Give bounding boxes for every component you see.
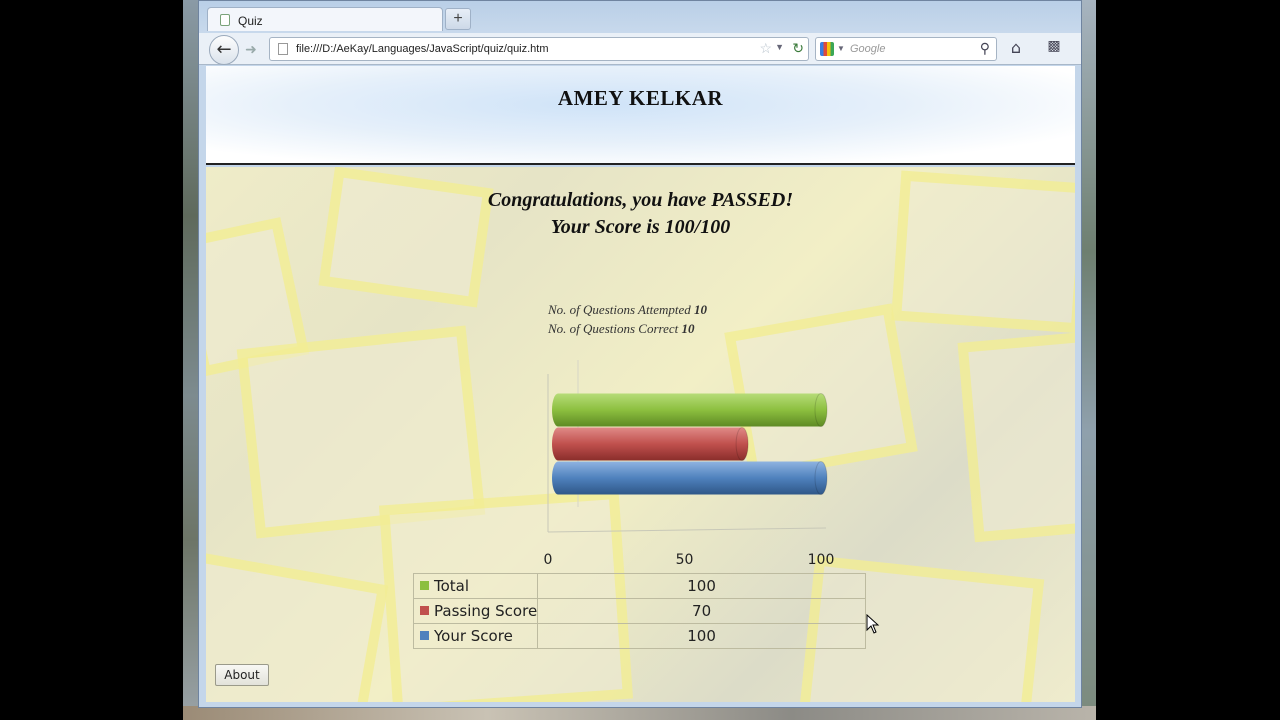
attempted-value: 10 [694,302,708,317]
series-name-cell: Your Score [412,623,539,649]
chart-tick-label: 100 [808,552,835,568]
tab-title: Quiz [238,14,263,28]
score-table-row: Passing Score 70 [412,598,866,624]
legend-swatch [420,606,429,615]
bar-body [558,393,821,427]
reload-icon[interactable]: ↻ [792,40,804,57]
history-dropdown-icon[interactable]: ▼ [775,42,784,52]
series-name: Your Score [434,627,513,645]
question-stats: No. of Questions Attempted 10 No. of Que… [548,300,808,338]
engine-dropdown-icon[interactable]: ▼ [837,44,845,53]
page-title: AMEY KELKAR [557,86,724,110]
result-message: Congratulations, you have PASSED! Your S… [206,187,1075,241]
chart-tick-labels: 0 50 100 [544,552,835,568]
score-table: Total 100 Passing Score 70 Your Score 100 [412,573,866,649]
bar-body [558,427,743,461]
page-header: AMEY KELKAR [206,66,1075,165]
page-favicon-icon [220,14,230,26]
result-panel: Congratulations, you have PASSED! Your S… [206,167,1075,702]
about-button[interactable]: About [215,664,269,686]
back-button[interactable]: ← [209,35,239,65]
correct-label: No. of Questions Correct [548,321,679,336]
series-name-cell: Total [412,573,539,599]
bar-base [552,461,564,495]
search-input[interactable]: ▼ Google ⚲ [815,37,997,61]
tab-strip: Quiz + [199,1,1081,33]
series-value: 100 [537,573,866,599]
mouse-cursor-icon [866,614,880,634]
tab-quiz[interactable]: Quiz [207,7,443,31]
search-placeholder: Google [850,43,886,55]
address-bar[interactable]: file:///D:/AeKay/Languages/JavaScript/qu… [269,37,809,61]
background-note [957,331,1075,543]
bar-cap [814,393,828,427]
browser-window: Quiz + ← ➜ file:///D:/AeKay/Languages/Ja… [198,0,1082,708]
legend-swatch [420,581,429,590]
chart-bars [552,393,828,495]
score-table-row: Your Score 100 [412,623,866,649]
series-name: Passing Score [434,602,538,620]
score-message: Your Score is 100/100 [550,216,731,238]
desktop-background-right [1080,0,1096,720]
bar-cap [735,427,749,461]
bookmark-star-icon[interactable]: ☆ [759,40,772,57]
page-icon [278,43,288,55]
new-tab-button[interactable]: + [445,8,471,30]
chart-axis-line [547,527,827,533]
chart-bar [552,461,828,495]
search-engine-icon[interactable] [820,42,834,56]
desktop-taskbar-strip [183,706,1096,720]
search-icon[interactable]: ⚲ [980,40,990,57]
score-chart: 0 50 100 [544,360,835,568]
score-table-row: Total 100 [412,573,866,599]
correct-stat: No. of Questions Correct 10 [548,319,808,338]
forward-button[interactable]: ➜ [241,40,261,60]
addon-bar-icon[interactable]: ▩ [1041,38,1067,60]
series-value: 70 [537,598,866,624]
attempted-label: No. of Questions Attempted [548,302,691,317]
chart-bar [552,427,749,461]
page-content: AMEY KELKAR Congratulations, you have PA… [206,66,1075,702]
series-name-cell: Passing Score [412,598,539,624]
bar-body [558,461,821,495]
chart-tick-label: 50 [676,552,694,568]
bar-base [552,393,564,427]
bar-base [552,427,564,461]
bar-cap [814,461,828,495]
legend-swatch [420,631,429,640]
chart-tick-label: 0 [544,552,553,568]
pass-message: Congratulations, you have PASSED! [487,189,794,211]
attempted-stat: No. of Questions Attempted 10 [548,300,808,319]
chart-bar [552,393,828,427]
series-value: 100 [537,623,866,649]
correct-value: 10 [681,321,695,336]
navigation-toolbar: ← ➜ file:///D:/AeKay/Languages/JavaScrip… [199,33,1081,65]
url-text: file:///D:/AeKay/Languages/JavaScript/qu… [296,43,549,55]
home-icon[interactable]: ⌂ [1005,38,1027,60]
series-name: Total [434,577,470,595]
